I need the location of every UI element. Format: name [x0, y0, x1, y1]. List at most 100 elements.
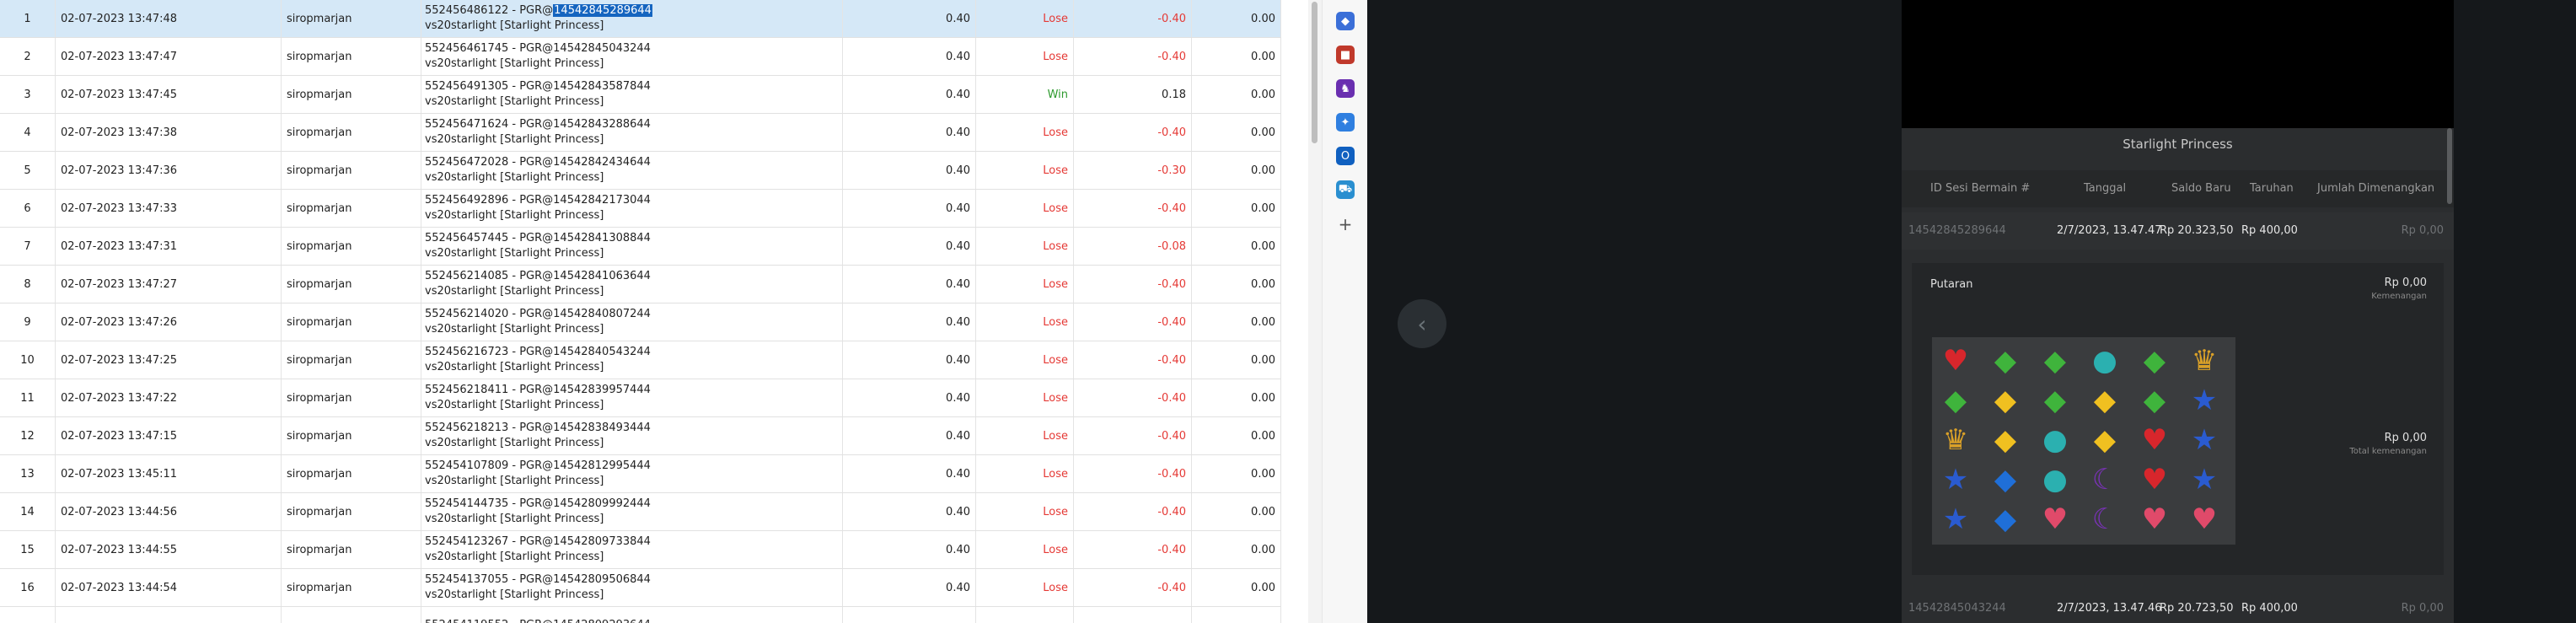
row-game-id: 552456218411 - PGR@14542839957444 — [425, 383, 651, 398]
cart-icon[interactable]: ⛟ — [1336, 180, 1355, 199]
row-game-id: 552454107809 - PGR@14542812995444 — [425, 459, 651, 474]
game-id-prefix: 552454144735 - PGR@14542809992444 — [425, 497, 651, 510]
row-bet: 0.40 — [843, 341, 976, 379]
row-game-id: 552454123267 - PGR@14542809733844 — [425, 534, 651, 550]
row-datetime: 02-07-2023 13:47:47 — [56, 38, 282, 75]
row-username: siropmarjan — [282, 190, 421, 227]
game-id-prefix: 552456216723 - PGR@14542840543244 — [425, 346, 651, 358]
row-result: Lose — [976, 379, 1074, 416]
tag-icon[interactable]: ◆ — [1336, 12, 1355, 30]
pink-heart-icon: ♥ — [2191, 502, 2218, 536]
row-number: 9 — [0, 303, 56, 341]
row-win-amount — [1074, 607, 1192, 623]
row-number: 1 — [0, 0, 56, 37]
row-username: siropmarjan — [282, 152, 421, 189]
row-balance: 0.00 — [1192, 493, 1281, 530]
row-bet: 0.40 — [843, 531, 976, 568]
table-row[interactable]: 10 02-07-2023 13:47:25 siropmarjan 55245621… — [0, 341, 1281, 379]
history-row[interactable]: 14542845289644 2/7/2023, 13.47.47 Rp 20.… — [1902, 212, 2454, 250]
row-win-amount: 0.18 — [1074, 76, 1192, 113]
teal-gem-icon: ● — [2092, 344, 2117, 378]
row-game-name: vs20starlight [Starlight Princess] — [425, 285, 604, 298]
row-game: 552456491305 - PGR@14542843587844 vs20sta… — [421, 76, 843, 113]
row-game-id: 552456492896 - PGR@14542842173044 — [425, 193, 651, 208]
row-result: Lose — [976, 493, 1074, 530]
table-row[interactable]: 9 02-07-2023 13:47:26 siropmarjan 552456214… — [0, 303, 1281, 341]
blue-star-icon: ★ — [2191, 463, 2218, 497]
table-row[interactable]: 16 02-07-2023 13:44:54 siropmarjan 55245413… — [0, 569, 1281, 607]
table-row[interactable]: 7 02-07-2023 13:47:31 siropmarjan 552456457… — [0, 228, 1281, 266]
chess-icon[interactable]: ♞ — [1336, 79, 1355, 98]
game-id-prefix: 552456492896 - PGR@14542842173044 — [425, 194, 651, 207]
row-number: 2 — [0, 38, 56, 75]
row-number: 15 — [0, 531, 56, 568]
yellow-gem-icon: ◆ — [2093, 384, 2117, 417]
game-id-prefix: 552456491305 - PGR@14542843587844 — [425, 80, 651, 93]
row-game: 552456492896 - PGR@14542842173044 vs20sta… — [421, 190, 843, 227]
table-row[interactable]: 2 02-07-2023 13:47:47 siropmarjan 552456461… — [0, 38, 1281, 76]
pink-heart-icon: ♥ — [2042, 502, 2069, 536]
row-game-name: vs20starlight [Starlight Princess] — [425, 133, 604, 146]
row-result: Lose — [976, 455, 1074, 492]
history-row[interactable]: 14542845043244 2/7/2023, 13.47.46 Rp 20.… — [1902, 590, 2454, 623]
table-row[interactable]: 6 02-07-2023 13:47:33 siropmarjan 552456492… — [0, 190, 1281, 228]
row-bet: 0.40 — [843, 0, 976, 37]
right-backdrop — [2454, 0, 2576, 623]
row-bet — [843, 607, 976, 623]
row-game: 552456218213 - PGR@14542838493444 vs20sta… — [421, 417, 843, 454]
gift-icon[interactable]: ■ — [1336, 46, 1355, 64]
outlook-icon[interactable]: O — [1336, 147, 1355, 165]
blue-star-icon: ★ — [1942, 463, 1969, 497]
row-game-name: vs20starlight [Starlight Princess] — [425, 19, 604, 32]
table-row[interactable]: 8 02-07-2023 13:47:27 siropmarjan 552456214… — [0, 266, 1281, 303]
row-win-amount: -0.30 — [1074, 152, 1192, 189]
row-win-amount: -0.40 — [1074, 493, 1192, 530]
table-row[interactable]: 14 02-07-2023 13:44:56 siropmarjan 55245414… — [0, 493, 1281, 531]
row-win-amount: -0.40 — [1074, 531, 1192, 568]
row-result: Lose — [976, 38, 1074, 75]
row-game-name: vs20starlight [Starlight Princess] — [425, 399, 604, 411]
row-username: siropmarjan — [282, 0, 421, 37]
copilot-icon[interactable]: ✦ — [1336, 113, 1355, 132]
table-row[interactable]: 552454119552 - PGR@14542809293644 — [0, 607, 1281, 623]
table-row[interactable]: 1 02-07-2023 13:47:48 siropmarjan 552456486… — [0, 0, 1281, 38]
yellow-gem-icon: ◆ — [1994, 423, 2017, 457]
row-result: Lose — [976, 569, 1074, 606]
row-balance: 0.00 — [1192, 0, 1281, 37]
row-result: Lose — [976, 341, 1074, 379]
row-game-id: 552456472028 - PGR@14542842434644 — [425, 155, 651, 170]
row-game: 552454144735 - PGR@14542809992444 vs20sta… — [421, 493, 843, 530]
row-number: 6 — [0, 190, 56, 227]
row-game: 552456457445 - PGR@14542841308844 vs20sta… — [421, 228, 843, 265]
table-row[interactable]: 13 02-07-2023 13:45:11 siropmarjan 55245410… — [0, 455, 1281, 493]
row-game-id: 552456216723 - PGR@14542840543244 — [425, 345, 651, 360]
spin-label: Putaran — [1930, 278, 1973, 291]
row-game-name: vs20starlight [Starlight Princess] — [425, 247, 604, 260]
game-id-prefix: 552456214020 - PGR@14542840807244 — [425, 308, 651, 320]
table-row[interactable]: 5 02-07-2023 13:47:36 siropmarjan 552456472… — [0, 152, 1281, 190]
history-scrollbar[interactable] — [2447, 128, 2452, 204]
table-row[interactable]: 3 02-07-2023 13:47:45 siropmarjan 552456491… — [0, 76, 1281, 114]
red-heart-icon: ♥ — [2141, 423, 2168, 457]
row-win-amount: -0.40 — [1074, 569, 1192, 606]
row-win-amount: -0.40 — [1074, 114, 1192, 151]
row-username: siropmarjan — [282, 266, 421, 303]
table-row[interactable]: 12 02-07-2023 13:47:15 siropmarjan 55245621… — [0, 417, 1281, 455]
row-datetime: 02-07-2023 13:47:26 — [56, 303, 282, 341]
back-arrow-button[interactable]: ‹ — [1398, 299, 1446, 348]
row-datetime: 02-07-2023 13:47:45 — [56, 76, 282, 113]
table-row[interactable]: 15 02-07-2023 13:44:55 siropmarjan 55245412… — [0, 531, 1281, 569]
vertical-scrollbar[interactable] — [1308, 0, 1322, 623]
add-icon[interactable]: + — [1336, 214, 1355, 234]
row-username: siropmarjan — [282, 493, 421, 530]
green-gem-icon: ◆ — [2143, 344, 2166, 378]
session-win: Rp 0,00 — [2401, 602, 2444, 615]
row-win-amount: -0.40 — [1074, 341, 1192, 379]
row-bet: 0.40 — [843, 379, 976, 416]
game-id-prefix: 552456218213 - PGR@14542838493444 — [425, 422, 651, 434]
table-row[interactable]: 4 02-07-2023 13:47:38 siropmarjan 552456471… — [0, 114, 1281, 152]
scroll-thumb[interactable] — [1312, 2, 1318, 143]
table-row[interactable]: 11 02-07-2023 13:47:22 siropmarjan 55245621… — [0, 379, 1281, 417]
row-win-amount: -0.40 — [1074, 379, 1192, 416]
row-balance: 0.00 — [1192, 114, 1281, 151]
